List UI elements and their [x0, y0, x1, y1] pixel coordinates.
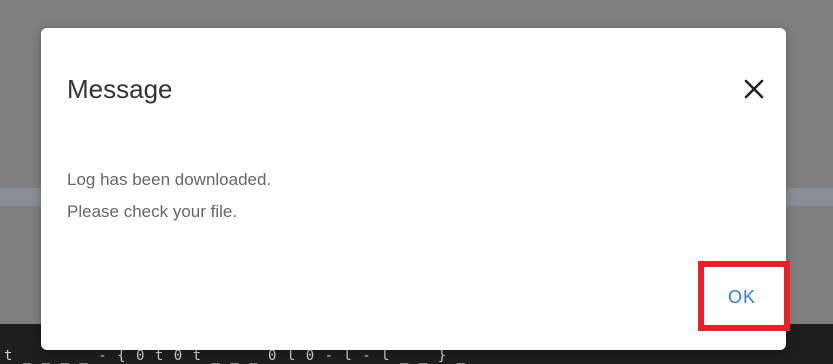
backdrop-partial-text: t _ _ _ _ - { 0 t 0 t _ _ _ 0 l 0 - l - …: [4, 348, 467, 364]
dialog-message: Log has been downloaded. Please check yo…: [67, 164, 271, 228]
message-dialog: Message Log has been downloaded. Please …: [41, 28, 790, 350]
message-line-2: Please check your file.: [67, 202, 238, 221]
message-line-1: Log has been downloaded.: [67, 170, 272, 189]
close-button[interactable]: [737, 72, 771, 106]
ok-button[interactable]: OK: [712, 280, 772, 314]
dialog-title: Message: [67, 74, 173, 104]
close-icon: [744, 79, 764, 99]
